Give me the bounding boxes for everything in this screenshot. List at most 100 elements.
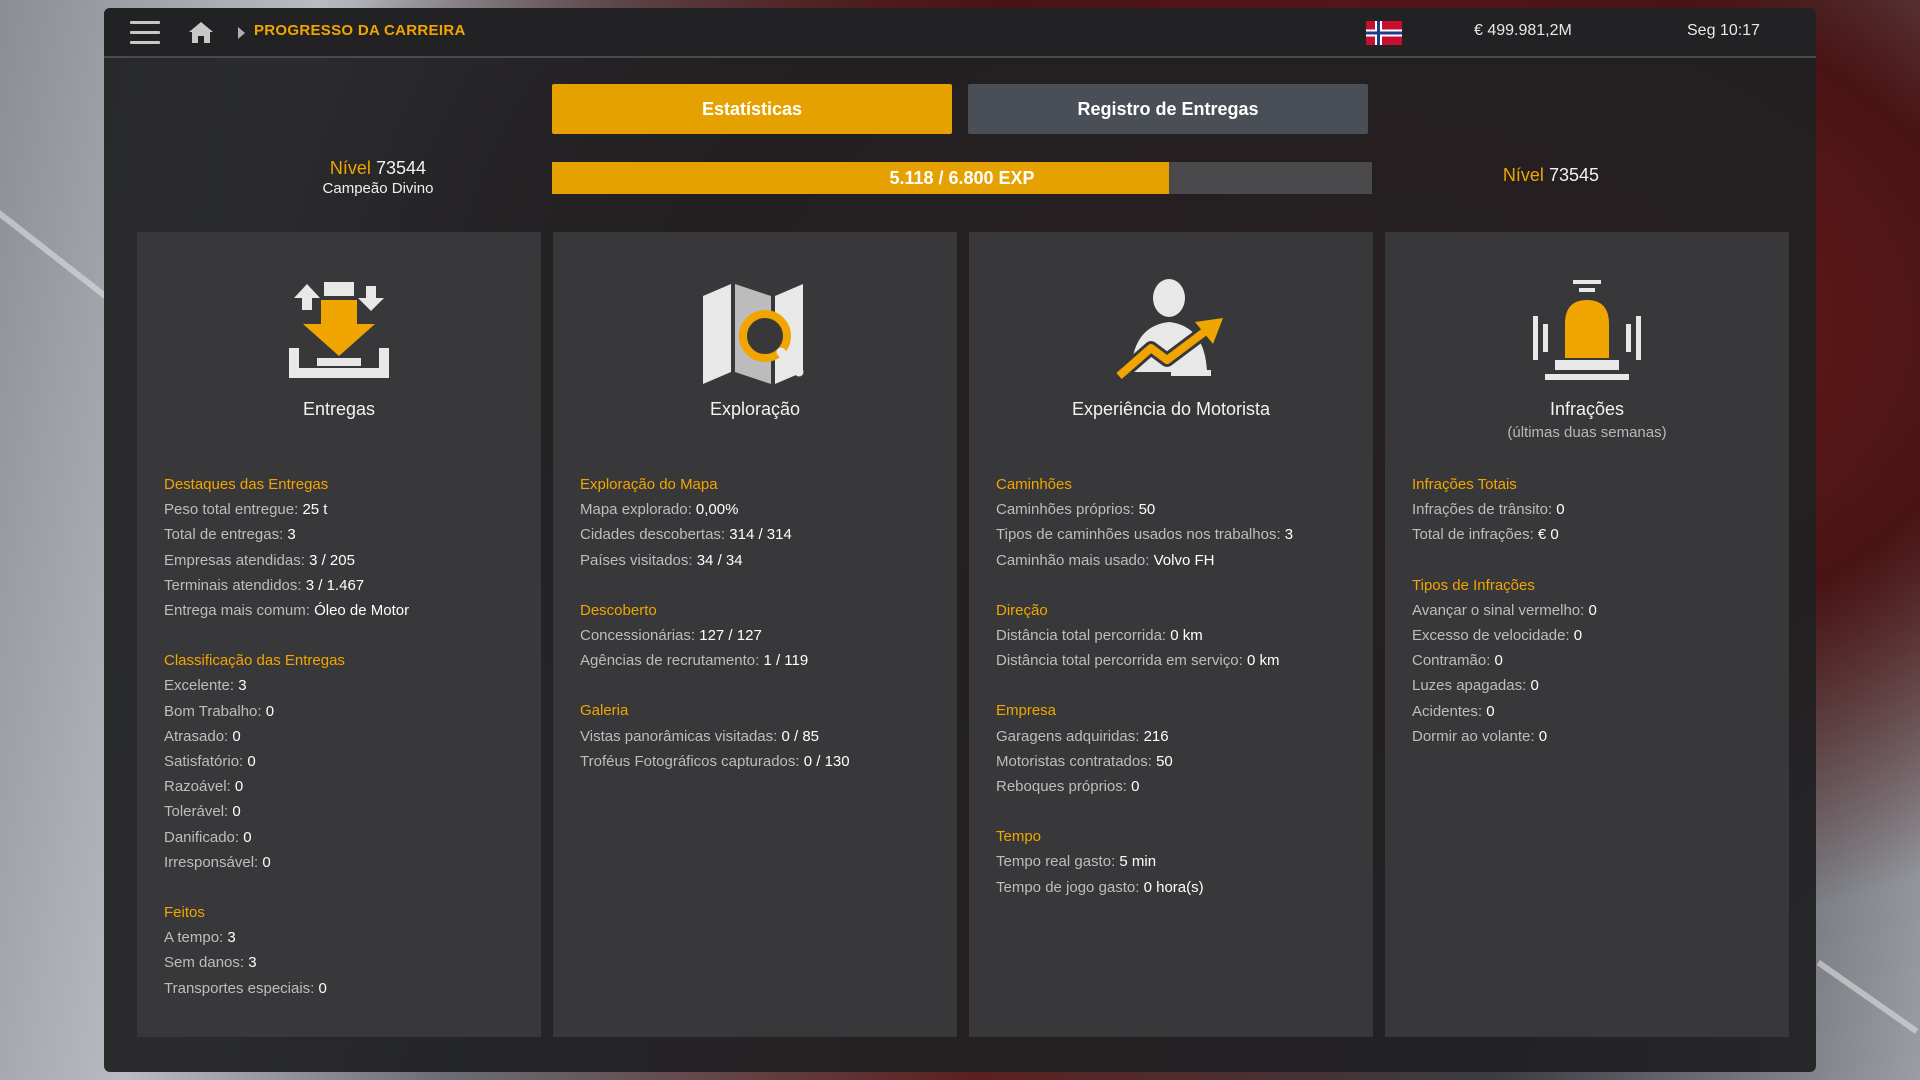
card-infractions: Infrações (últimas duas semanas) Infraçõ… bbox=[1385, 232, 1789, 1037]
stat-value: 3 bbox=[1284, 526, 1294, 544]
stat-value: 0 bbox=[262, 853, 271, 871]
breadcrumb[interactable]: PROGRESSO DA CARREIRA bbox=[254, 22, 466, 39]
section-trucks: Caminhões Caminhões próprios: 50 Tipos d… bbox=[996, 472, 1366, 573]
stat-label: Infrações de trânsito: bbox=[1412, 501, 1557, 519]
stat-row: Tolerável: 0 bbox=[164, 799, 534, 824]
stat-label: Atrasado: bbox=[164, 727, 233, 745]
map-search-icon bbox=[703, 284, 804, 384]
stat-value: 0 / 130 bbox=[803, 752, 850, 770]
stat-row: Caminhões próprios: 50 bbox=[996, 497, 1366, 522]
current-level: Nível 73544 Campeão Divino bbox=[226, 158, 530, 197]
stat-value: 0 bbox=[1530, 677, 1539, 695]
card-subtitle: (últimas duas semanas) bbox=[1507, 424, 1667, 441]
card-sections: Destaques das Entregas Peso total entreg… bbox=[164, 472, 534, 1026]
stat-row: Mapa explorado: 0,00% bbox=[580, 497, 950, 522]
stat-row: Países visitados: 34 / 34 bbox=[580, 548, 950, 573]
section-heading: Galeria bbox=[580, 702, 629, 720]
stat-row: Concessionárias: 127 / 127 bbox=[580, 623, 950, 648]
next-level: Nível 73545 bbox=[1398, 165, 1704, 186]
stat-value: 50 bbox=[1138, 501, 1156, 519]
stat-value: € 0 bbox=[1537, 526, 1559, 544]
stat-label: Agências de recrutamento: bbox=[580, 652, 764, 670]
stat-value: 3 bbox=[227, 929, 236, 947]
stat-value: 0 km bbox=[1246, 652, 1280, 670]
xp-progress-text: 5.118 / 6.800 EXP bbox=[889, 168, 1035, 188]
stat-label: Entrega mais comum: bbox=[164, 602, 315, 620]
stat-label: Terminais atendidos: bbox=[164, 576, 306, 594]
stat-row: Tempo de jogo gasto: 0 hora(s) bbox=[996, 875, 1366, 900]
stat-value: 0 bbox=[1573, 627, 1583, 645]
stat-row: Cidades descobertas: 314 / 314 bbox=[580, 522, 950, 547]
stat-row: Excelente: 3 bbox=[164, 673, 534, 698]
stat-label: Bom Trabalho: bbox=[164, 702, 266, 720]
stat-row: Sem danos: 3 bbox=[164, 950, 534, 975]
card-title: Experiência do Motorista bbox=[1071, 399, 1271, 419]
stat-label: Distância total percorrida em serviço: bbox=[996, 652, 1247, 670]
stat-value: 0 bbox=[247, 753, 256, 771]
stat-label: Danificado: bbox=[164, 828, 244, 846]
stat-label: Transportes especiais: bbox=[164, 979, 319, 997]
stat-label: Caminhão mais usado: bbox=[996, 551, 1154, 569]
card-title: Exploração bbox=[709, 399, 801, 419]
stat-row: Tempo real gasto: 5 min bbox=[996, 849, 1366, 874]
stat-row: Distância total percorrida: 0 km bbox=[996, 623, 1366, 648]
norway-flag-icon bbox=[1366, 21, 1402, 45]
stat-label: Luzes apagadas: bbox=[1412, 677, 1531, 695]
stat-value: 25 t bbox=[302, 501, 328, 519]
section-delivery-highlights: Destaques das Entregas Peso total entreg… bbox=[164, 472, 534, 623]
home-icon[interactable] bbox=[188, 20, 214, 44]
section-heading: Destaques das Entregas bbox=[164, 476, 329, 493]
stat-value: 0 bbox=[232, 727, 241, 745]
stat-label: Peso total entregue: bbox=[164, 501, 303, 519]
stat-row: A tempo: 3 bbox=[164, 925, 534, 950]
stat-row: Caminhão mais usado: Volvo FH bbox=[996, 548, 1366, 573]
section-achievements: Feitos A tempo: 3 Sem danos: 3 Transport… bbox=[164, 900, 534, 1001]
siren-icon bbox=[1533, 280, 1641, 380]
stat-label: Mapa explorado: bbox=[580, 501, 696, 519]
card-title: Infrações bbox=[1549, 399, 1625, 419]
stat-value: 0 hora(s) bbox=[1143, 878, 1204, 896]
top-bar: PROGRESSO DA CARREIRA € 499.981,2M Seg 1… bbox=[104, 8, 1816, 58]
stat-row: Bom Trabalho: 0 bbox=[164, 699, 534, 724]
stat-value: 0 bbox=[1588, 601, 1597, 619]
section-gallery: Galeria Vistas panorâmicas visitadas: 0 … bbox=[580, 698, 950, 774]
stat-value: 0 bbox=[1538, 727, 1548, 745]
menu-icon[interactable] bbox=[130, 21, 160, 45]
section-heading: Tempo bbox=[996, 828, 1042, 846]
tab-delivery-log[interactable]: Registro de Entregas bbox=[968, 84, 1368, 134]
card-sections: Exploração do Mapa Mapa explorado: 0,00%… bbox=[580, 472, 950, 799]
stat-row: Empresas atendidas: 3 / 205 bbox=[164, 548, 534, 573]
stat-row: Agências de recrutamento: 1 / 119 bbox=[580, 648, 950, 673]
stat-value: 0 bbox=[243, 828, 252, 846]
stat-label: Reboques próprios: bbox=[996, 778, 1132, 796]
stat-row: Total de entregas: 3 bbox=[164, 522, 534, 547]
card-deliveries: Entregas Destaques das Entregas Peso tot… bbox=[137, 232, 541, 1037]
stat-value: 0 bbox=[234, 778, 244, 796]
stat-value: 314 / 314 bbox=[729, 526, 792, 544]
section-total-infractions: Infrações Totais Infrações de trânsito: … bbox=[1412, 472, 1782, 548]
stat-label: Contramão: bbox=[1412, 652, 1495, 670]
stat-label: Cidades descobertas: bbox=[580, 526, 730, 544]
stat-label: Excelente: bbox=[164, 677, 239, 695]
stat-label: Sem danos: bbox=[164, 954, 249, 972]
stat-row: Dormir ao volante: 0 bbox=[1412, 724, 1782, 749]
stat-row: Troféus Fotográficos capturados: 0 / 130 bbox=[580, 749, 950, 774]
stat-label: Dormir ao volante: bbox=[1412, 727, 1539, 745]
section-heading: Classificação das Entregas bbox=[164, 652, 345, 670]
delivery-icon bbox=[289, 282, 389, 378]
stat-row: Vistas panorâmicas visitadas: 0 / 85 bbox=[580, 724, 950, 749]
stat-value: 216 bbox=[1143, 727, 1169, 745]
card-title: Entregas bbox=[302, 399, 376, 419]
stat-label: Tempo de jogo gasto: bbox=[996, 878, 1144, 896]
card-exploration: Exploração Exploração do Mapa Mapa explo… bbox=[553, 232, 957, 1037]
stat-value: 1 / 119 bbox=[763, 652, 809, 670]
tab-statistics[interactable]: Estatísticas bbox=[552, 84, 952, 134]
section-heading: Infrações Totais bbox=[1412, 476, 1517, 493]
stat-label: Concessionárias: bbox=[580, 627, 700, 645]
rank-title: Campeão Divino bbox=[322, 180, 434, 197]
stat-row: Infrações de trânsito: 0 bbox=[1412, 497, 1782, 522]
stat-label: Irresponsável: bbox=[164, 853, 263, 871]
stat-row: Satisfatório: 0 bbox=[164, 749, 534, 774]
stat-label: Vistas panorâmicas visitadas: bbox=[580, 727, 782, 745]
stat-value: 0 bbox=[265, 702, 275, 720]
